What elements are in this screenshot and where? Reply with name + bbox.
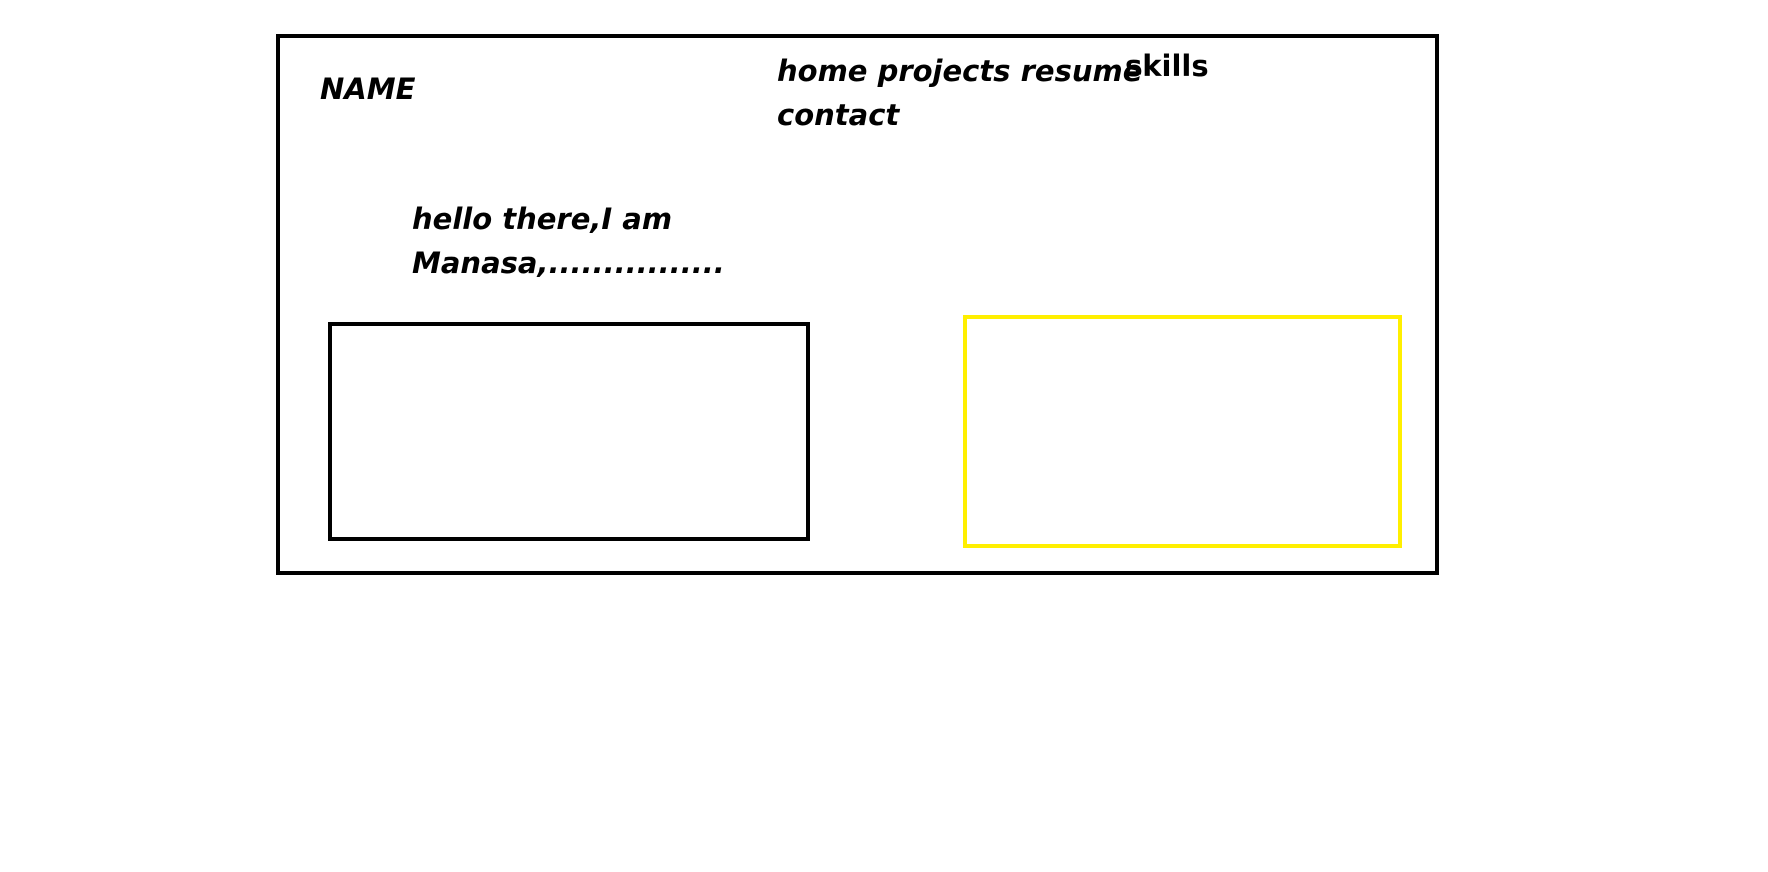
nav-menu-row: home projects resume	[777, 49, 1142, 93]
intro-text-line-1: hello there,I am	[412, 202, 673, 236]
nav-contact-link[interactable]: contact	[777, 93, 899, 137]
nav-skills-link[interactable]: skills	[1125, 44, 1209, 88]
right-content-box	[963, 315, 1402, 548]
intro-text-line-2: Manasa,................	[412, 246, 725, 280]
nav-home-link[interactable]: home	[777, 54, 867, 88]
left-content-box	[328, 322, 810, 541]
nav-projects-link[interactable]: projects	[878, 54, 1011, 88]
site-name: NAME	[320, 72, 416, 106]
